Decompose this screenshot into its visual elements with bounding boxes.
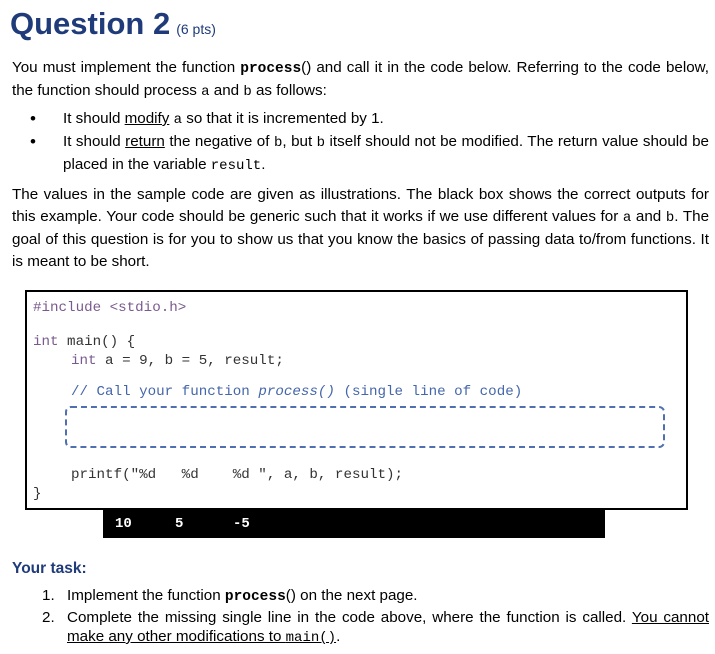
code-printf-line: printf("%d %d %d ", a, b, result); (71, 467, 404, 483)
var-a: a (201, 84, 210, 100)
code-keyword: int (33, 334, 59, 350)
intro-text: as follows: (251, 82, 327, 99)
requirements-list: It should modify a so that it is increme… (30, 108, 709, 177)
code-comment-fn: process() (258, 384, 335, 400)
var-b: b (316, 135, 326, 151)
var-a: a (173, 112, 183, 128)
task-item: 2. Complete the missing single line in th… (42, 608, 709, 649)
task-item: 1. Implement the function process() on th… (42, 586, 709, 608)
task-number: 2. (42, 608, 55, 626)
code-keyword: int (71, 353, 97, 369)
output-box: 10 5 -5 (103, 510, 605, 538)
code-main-ref: main() (285, 630, 337, 646)
req-keyword: modify (124, 110, 170, 127)
req-text: the negative of (164, 133, 274, 150)
explanation-paragraph: The values in the sample code are given … (12, 184, 709, 273)
task-text: Implement the function (67, 587, 225, 604)
code-main-line: int main() { (33, 334, 135, 350)
points-label: (6 pts) (176, 21, 216, 37)
code-comment: (single line of code) (334, 384, 523, 400)
answer-blank-box[interactable] (65, 406, 665, 448)
function-name: process (224, 589, 286, 605)
code-text: a = 9, b = 5, result; (96, 353, 284, 369)
code-text: main() { (58, 334, 136, 350)
task-list: 1. Implement the function process() on th… (42, 586, 709, 649)
question-heading: Question 2 (10, 6, 171, 41)
var-b: b (243, 84, 252, 100)
code-comment-line: // Call your function process() (single … (71, 384, 522, 400)
req-keyword: return (125, 133, 165, 150)
explanation-text: and (631, 208, 666, 225)
intro-paragraph: You must implement the function process(… (12, 57, 709, 103)
intro-text: You must implement the function (12, 59, 241, 76)
output-value-a: 10 (115, 516, 132, 532)
task-heading: Your task: (12, 560, 87, 577)
requirement-item: It should modify a so that it is increme… (30, 108, 709, 131)
code-declaration-line: int a = 9, b = 5, result; (71, 353, 284, 369)
task-text: Complete the missing single line in the … (67, 608, 632, 626)
var-result: result (210, 158, 262, 174)
question-title: Question 2 (6 pts) (10, 6, 216, 42)
code-sample-box: #include <stdio.h> int main() { int a = … (25, 290, 688, 510)
req-text: It should (63, 133, 126, 150)
function-name: process (240, 61, 302, 77)
req-text: so that it is incremented by 1. (182, 110, 384, 127)
req-text: , but (282, 133, 317, 150)
explanation-text: The values in the sample code are given … (12, 186, 709, 225)
code-comment: // Call your function (71, 384, 259, 400)
intro-text: and (209, 82, 244, 99)
req-text: . (261, 156, 266, 173)
code-include-line: #include <stdio.h> (33, 300, 187, 316)
output-value-b: 5 (175, 516, 184, 532)
code-close-brace: } (33, 486, 42, 502)
task-text: () on the next page. (285, 587, 418, 604)
output-value-result: -5 (233, 516, 250, 532)
req-text: It should (63, 110, 125, 127)
requirement-item: It should return the negative of b, but … (30, 131, 709, 177)
task-number: 1. (42, 587, 55, 604)
task-text: . (336, 628, 341, 645)
